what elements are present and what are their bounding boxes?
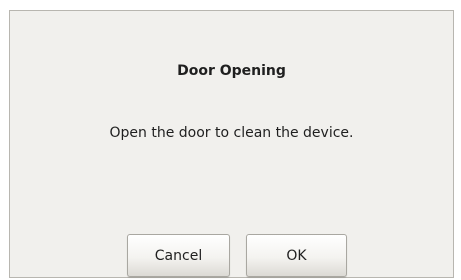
dialog-message: Open the door to clean the device. <box>109 125 354 141</box>
door-opening-dialog: Door Opening Open the door to clean the … <box>9 10 454 278</box>
dialog-title: Door Opening <box>177 63 286 79</box>
cancel-button[interactable]: Cancel <box>127 234 230 277</box>
ok-button[interactable]: OK <box>246 234 347 277</box>
